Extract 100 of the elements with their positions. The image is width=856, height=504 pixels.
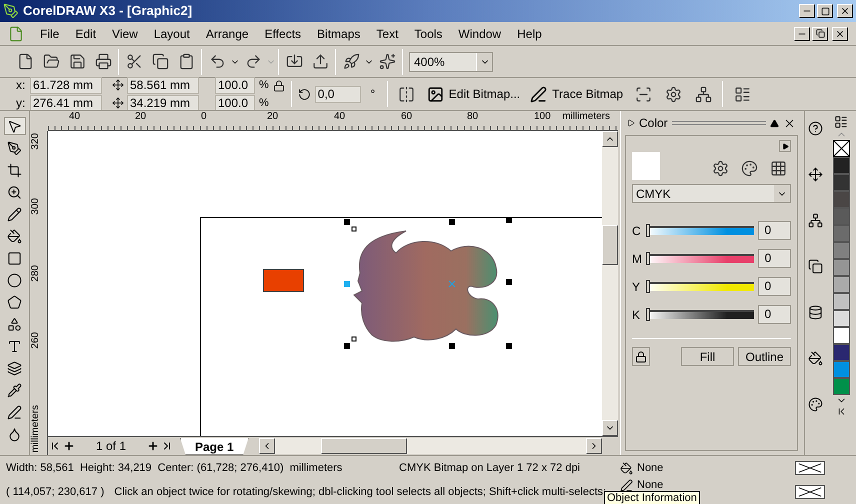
channel-value-field[interactable]: 0 bbox=[758, 249, 791, 268]
menu-item[interactable]: View bbox=[104, 24, 146, 42]
palette-swatch[interactable] bbox=[832, 310, 850, 327]
minimize-button[interactable] bbox=[799, 4, 815, 18]
lock-icon bbox=[272, 80, 285, 92]
palette-swatch[interactable] bbox=[832, 276, 850, 293]
toolbar-button[interactable]: Trace Bitmap bbox=[527, 82, 626, 106]
palette-swatch[interactable] bbox=[832, 191, 850, 208]
palette-swatch[interactable] bbox=[832, 157, 850, 174]
menu-item[interactable]: Layout bbox=[146, 24, 198, 42]
selection-handle bbox=[506, 217, 512, 223]
palette-swatch[interactable] bbox=[832, 259, 850, 276]
palette-swatch[interactable] bbox=[832, 242, 850, 259]
flyout-button[interactable] bbox=[779, 140, 791, 152]
pen-icon bbox=[530, 86, 548, 102]
menu-item[interactable]: Help bbox=[509, 24, 550, 42]
outline-status: None bbox=[637, 478, 664, 493]
menu-item[interactable]: Arrange bbox=[198, 24, 257, 42]
close-button[interactable] bbox=[832, 26, 848, 40]
palette-swatch[interactable] bbox=[832, 293, 850, 310]
status-object-info: CMYK Bitmap on Layer 1 72 x 72 dpi bbox=[399, 460, 580, 476]
rectangle-shape bbox=[263, 269, 304, 292]
add-page-button[interactable] bbox=[146, 440, 160, 452]
color-preview-swatch bbox=[632, 152, 660, 180]
add-page-button[interactable] bbox=[62, 440, 76, 452]
ruler-label: 300 bbox=[30, 198, 42, 215]
palette-swatch[interactable] bbox=[832, 361, 850, 378]
slider-thumb[interactable] bbox=[646, 308, 650, 321]
y-field[interactable]: 276.41 mm bbox=[30, 94, 102, 112]
menu-item[interactable]: Effects bbox=[256, 24, 310, 42]
docker-button[interactable]: Outline bbox=[738, 347, 791, 366]
palette-swatch[interactable] bbox=[832, 327, 850, 344]
menu-item[interactable]: Text bbox=[368, 24, 406, 42]
slider-thumb[interactable] bbox=[646, 252, 650, 265]
pick-tool-icon[interactable] bbox=[4, 117, 26, 135]
expand-icon bbox=[627, 119, 635, 127]
restore-button[interactable] bbox=[812, 26, 828, 40]
outline-pen-icon bbox=[620, 478, 633, 492]
color-slider[interactable] bbox=[646, 254, 754, 263]
document-icon bbox=[8, 26, 24, 42]
scroll-thumb[interactable] bbox=[602, 225, 618, 265]
palette-swatch[interactable] bbox=[832, 344, 850, 361]
zoom-dropdown[interactable]: 400% bbox=[409, 52, 493, 72]
y-label: y: bbox=[16, 96, 26, 110]
menu-item[interactable]: Bitmaps bbox=[309, 24, 368, 42]
menu-item[interactable]: Edit bbox=[67, 24, 104, 42]
color-slider[interactable] bbox=[646, 226, 754, 235]
play-icon bbox=[782, 142, 788, 150]
menu-item[interactable]: Tools bbox=[406, 24, 450, 42]
color-slider[interactable] bbox=[646, 310, 754, 319]
status-dimensions: Width: 58,561 Height: 34,219 Center: (61,728; 276,410) millimeters bbox=[6, 460, 342, 476]
page-tab[interactable]: Page 1 bbox=[180, 438, 249, 454]
menu-item[interactable]: Window bbox=[450, 24, 510, 42]
toolbar-button[interactable]: Edit Bitmap... bbox=[424, 82, 524, 106]
no-color-swatch[interactable] bbox=[832, 140, 850, 157]
height-field[interactable]: 34.219 mm bbox=[127, 94, 199, 112]
palette-swatch[interactable] bbox=[832, 208, 850, 225]
palette-swatch[interactable] bbox=[832, 378, 850, 395]
maximize-icon bbox=[820, 6, 830, 16]
vertical-scrollbar[interactable] bbox=[602, 131, 618, 436]
degree-label: ° bbox=[369, 86, 376, 103]
status-hint: Click an object twice for rotating/skewing; dbl-clicking tool selects all objects; Shift+click multi-selects; bbox=[114, 484, 606, 500]
rotate-icon bbox=[298, 88, 311, 100]
docker-button[interactable]: Fill bbox=[681, 347, 734, 366]
width-field[interactable]: 58.561 mm bbox=[127, 76, 199, 94]
fill-status: None bbox=[637, 460, 664, 476]
close-button[interactable] bbox=[837, 4, 853, 18]
palette-swatch[interactable] bbox=[832, 174, 850, 191]
page-count: 1 of 1 bbox=[94, 438, 128, 455]
app-logo-icon bbox=[3, 3, 19, 19]
channel-value-field[interactable]: 0 bbox=[758, 305, 791, 324]
percent-label: % bbox=[259, 78, 269, 92]
ruler-label: 260 bbox=[30, 332, 42, 349]
channel-value-field[interactable]: 0 bbox=[758, 221, 791, 240]
close-icon bbox=[835, 28, 845, 38]
channel-label: M bbox=[632, 250, 642, 268]
horizontal-scrollbar[interactable] bbox=[258, 438, 602, 454]
rotation-field[interactable]: 0,0 bbox=[314, 86, 361, 102]
color-slider[interactable] bbox=[646, 282, 754, 291]
x-label: x: bbox=[16, 78, 26, 92]
lock-button[interactable] bbox=[632, 347, 650, 366]
color-model-dropdown[interactable]: CMYK bbox=[632, 184, 791, 203]
x-field[interactable]: 61.728 mm bbox=[30, 76, 102, 94]
lock-icon bbox=[635, 350, 647, 362]
slider-thumb[interactable] bbox=[646, 224, 650, 237]
selection-handle bbox=[506, 279, 512, 285]
last-page-icon bbox=[161, 440, 173, 452]
first-page-icon bbox=[49, 440, 61, 452]
collapse-icon bbox=[770, 118, 779, 128]
scroll-thumb[interactable] bbox=[320, 438, 407, 454]
scale-y-field[interactable]: 100.0 bbox=[215, 94, 255, 112]
minimize-button[interactable] bbox=[794, 26, 810, 40]
scale-x-field[interactable]: 100.0 bbox=[215, 76, 255, 94]
palette-swatch[interactable] bbox=[832, 225, 850, 242]
maximize-button[interactable] bbox=[817, 4, 833, 18]
menu-item[interactable]: File bbox=[32, 24, 68, 42]
channel-value-field[interactable]: 0 bbox=[758, 277, 791, 296]
slider-thumb[interactable] bbox=[646, 280, 650, 293]
ruler-label: 320 bbox=[30, 133, 42, 150]
tooltip: Object Information bbox=[604, 491, 700, 504]
